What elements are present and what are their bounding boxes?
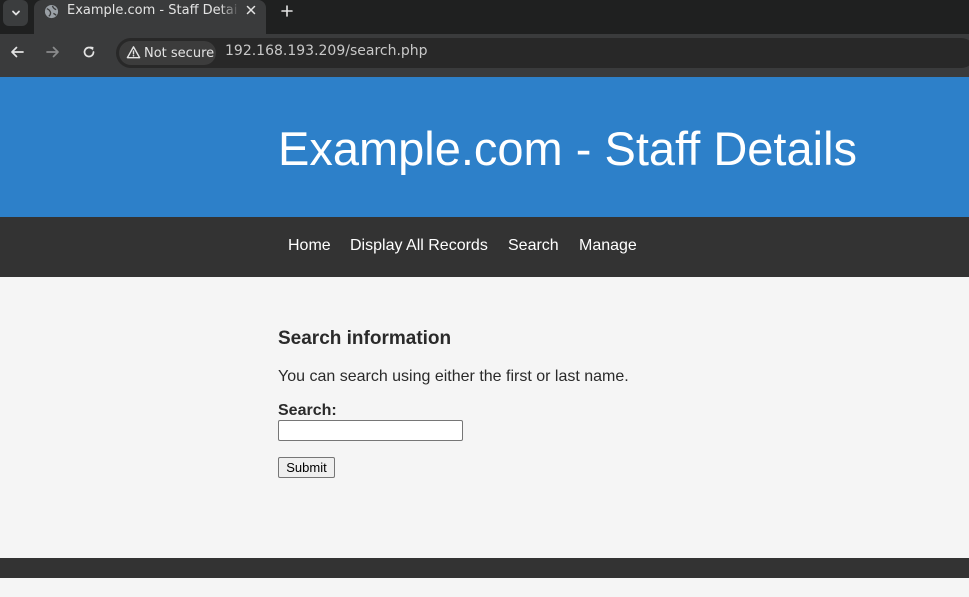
search-input[interactable] — [278, 420, 463, 441]
submit-button[interactable]: Submit — [278, 457, 335, 478]
plus-icon — [281, 5, 293, 17]
globe-icon — [44, 4, 59, 19]
url-text[interactable]: 192.168.193.209/search.php — [225, 43, 428, 59]
security-label: Not secure — [144, 46, 215, 61]
nav-link-home[interactable]: Home — [288, 237, 331, 255]
tab-search-button[interactable] — [3, 0, 28, 26]
active-tab[interactable]: Example.com - Staff Details — [34, 0, 266, 34]
search-label: Search: — [278, 402, 337, 419]
browser-tab-bar: Example.com - Staff Details — [0, 0, 969, 34]
tab-title-fade — [220, 0, 240, 22]
arrow-left-icon — [11, 46, 24, 58]
page-bottom-area — [0, 578, 969, 597]
chevron-down-icon — [11, 10, 20, 16]
back-button[interactable] — [8, 43, 26, 61]
reload-icon — [83, 46, 95, 58]
site-nav: Home Display All Records Search Manage — [0, 217, 969, 277]
new-tab-button[interactable] — [277, 1, 297, 21]
section-heading: Search information — [278, 328, 452, 349]
address-bar[interactable]: Not secure 192.168.193.209/search.php — [116, 38, 969, 68]
reload-button[interactable] — [80, 43, 98, 61]
page-title: Example.com - Staff Details — [278, 122, 858, 175]
nav-link-manage[interactable]: Manage — [579, 237, 637, 255]
arrow-right-icon — [46, 46, 59, 58]
site-footer — [0, 558, 969, 578]
tab-close-button[interactable] — [243, 2, 259, 18]
section-description: You can search using either the first or… — [278, 368, 629, 385]
site-info-button[interactable]: Not secure — [119, 41, 216, 65]
nav-link-search[interactable]: Search — [508, 237, 559, 255]
forward-button[interactable] — [44, 43, 62, 61]
nav-link-display-all-records[interactable]: Display All Records — [350, 237, 488, 255]
warning-triangle-icon — [126, 46, 141, 59]
site-header: Example.com - Staff Details — [0, 77, 969, 217]
tab-title: Example.com - Staff Details — [67, 3, 237, 18]
browser-toolbar: Not secure 192.168.193.209/search.php — [0, 34, 969, 77]
close-icon — [246, 5, 256, 15]
main-content: Search information You can search using … — [0, 277, 969, 558]
